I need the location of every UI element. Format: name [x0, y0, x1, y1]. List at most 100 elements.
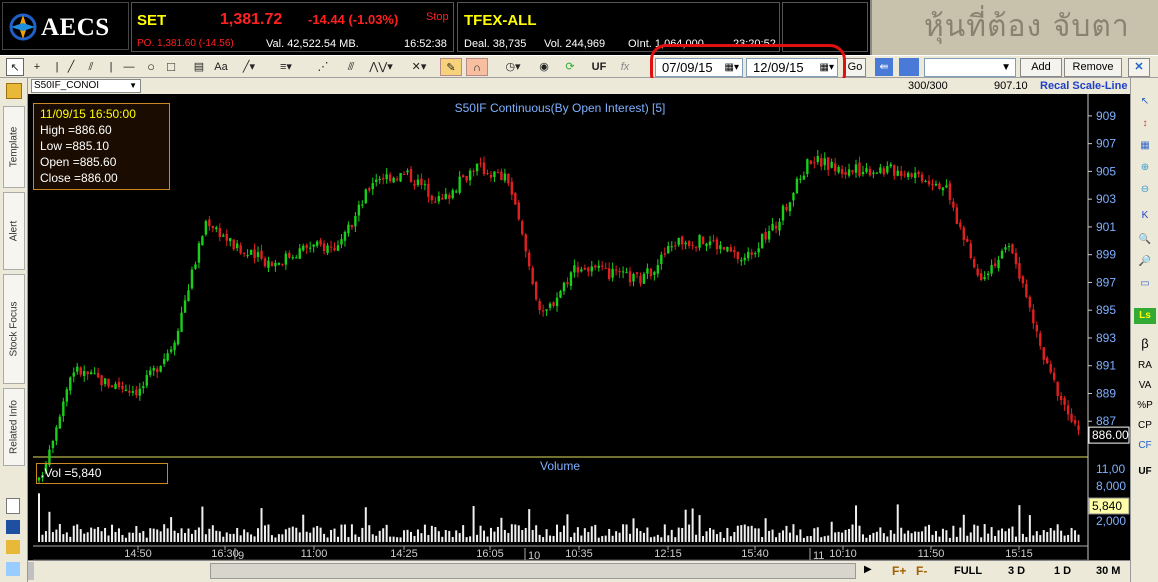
pattern-dropdown-icon[interactable]: ⋀⋁▾ — [366, 58, 396, 76]
window-icon[interactable] — [899, 58, 919, 76]
zoom-minus-icon[interactable]: ⊖ — [1134, 182, 1156, 198]
save-icon[interactable] — [6, 520, 20, 534]
close-icon[interactable]: ✕ — [1128, 58, 1150, 77]
uf-side-button[interactable]: UF — [1134, 464, 1156, 480]
candle-body — [117, 381, 121, 388]
note-tool-icon[interactable]: ▤ — [190, 58, 208, 76]
back-icon[interactable]: ⇚ — [875, 58, 893, 76]
candle-body — [767, 231, 771, 240]
symbol-select[interactable]: S50IF_CONOI ▼ — [31, 79, 141, 93]
zoom-plus-icon[interactable]: ⊕ — [1134, 160, 1156, 176]
x-tick-label: 15:40 — [741, 548, 769, 560]
tab-alert[interactable]: Alert — [3, 192, 25, 270]
timer-dropdown-icon[interactable]: ◷▾ — [500, 58, 526, 76]
candle-body — [823, 158, 826, 166]
tab-stock-focus[interactable]: Stock Focus — [3, 274, 25, 384]
candle-body — [82, 370, 86, 376]
volume-bar — [472, 506, 475, 542]
scale-icon[interactable]: ↕ — [1134, 116, 1156, 132]
set-index-panel[interactable]: SET 1,381.72 -14.44 (-1.03%) Stop PO. 1,… — [131, 2, 454, 52]
volume-bar — [535, 525, 538, 542]
settings-icon[interactable] — [6, 540, 20, 554]
chart-area[interactable]: 909 907 905 903 901 899 897 895 893 891 889 887 886.… — [28, 94, 1130, 560]
delete-dropdown-icon[interactable]: ✕▾ — [406, 58, 432, 76]
candle-body — [267, 260, 270, 268]
magnify-plus-icon[interactable]: 🔍 — [1134, 232, 1156, 248]
volume-bar — [239, 535, 242, 542]
range-3d-button[interactable]: 3 D — [1008, 565, 1025, 577]
ls-icon[interactable]: Ls — [1134, 308, 1156, 324]
horizontal-line-tool-icon[interactable]: — — [118, 58, 140, 76]
folder-icon[interactable] — [6, 83, 22, 99]
volume-bar — [232, 533, 235, 542]
tab-template[interactable]: Template — [3, 106, 25, 188]
recal-scale-line-button[interactable]: Recal Scale-Line — [1040, 80, 1127, 92]
remove-button[interactable]: Remove — [1064, 58, 1122, 77]
volume-bar — [135, 526, 138, 542]
price-chart-svg[interactable]: 909 907 905 903 901 899 897 895 893 891 889 887886.… — [28, 94, 1130, 560]
line-style-dropdown-icon[interactable]: ╱▾ — [236, 58, 262, 76]
candle-body — [1066, 405, 1070, 415]
palette-icon[interactable]: ◉ — [534, 58, 554, 76]
refresh-icon[interactable]: ⟳ — [560, 58, 580, 76]
percent-p-button[interactable]: %P — [1134, 398, 1156, 414]
range-1d-button[interactable]: 1 D — [1054, 565, 1071, 577]
volume-bar — [194, 529, 197, 542]
channel-tool-icon[interactable]: ⫻ — [340, 58, 362, 76]
key-icon[interactable]: K — [1134, 208, 1156, 224]
export-icon[interactable] — [6, 562, 20, 576]
candle-body — [162, 359, 166, 365]
cursor-icon[interactable]: ↖ — [1134, 94, 1156, 110]
tab-related-info[interactable]: Related Info — [3, 388, 25, 466]
candle-body — [347, 224, 350, 234]
scroll-right-icon[interactable]: ▶ — [864, 564, 872, 575]
grid-icon[interactable]: ▦ — [1134, 138, 1156, 154]
parallel-line-tool-icon[interactable]: ⫽ — [82, 58, 100, 76]
volume-bar — [263, 525, 266, 542]
scroll-left-icon[interactable] — [28, 562, 34, 580]
magnify-minus-icon[interactable]: 🔎 — [1134, 254, 1156, 270]
go-button[interactable]: Go — [844, 58, 866, 77]
magnet-tool-icon[interactable]: ∩ — [466, 58, 488, 76]
candle-body — [242, 253, 246, 255]
candle-body — [747, 252, 750, 259]
range-30m-button[interactable]: 30 M — [1096, 565, 1120, 577]
uf-button[interactable]: UF — [588, 58, 610, 76]
candle-body — [733, 250, 736, 253]
volume-bar — [309, 532, 312, 542]
candle-body — [753, 253, 757, 255]
new-document-icon[interactable] — [6, 498, 20, 514]
trendline-tool-icon[interactable]: ╱ — [62, 58, 80, 76]
cf-button[interactable]: CF — [1134, 438, 1156, 454]
candle-body — [89, 372, 93, 375]
line-weight-dropdown-icon[interactable]: ≡▾ — [272, 58, 300, 76]
formula-button[interactable]: fx — [614, 58, 636, 76]
fibonacci-tool-icon[interactable]: ⋰ — [312, 58, 334, 76]
candle-body — [833, 163, 837, 172]
ra-button[interactable]: RA — [1134, 358, 1156, 374]
full-range-button[interactable]: FULL — [954, 565, 982, 577]
rectangle-tool-icon[interactable]: □ — [162, 58, 180, 76]
cp-button[interactable]: CP — [1134, 418, 1156, 434]
beta-button[interactable]: β — [1134, 336, 1156, 352]
ellipse-tool-icon[interactable]: ○ — [142, 58, 160, 76]
volume-bar — [945, 530, 948, 542]
layout-icon[interactable]: ▭ — [1134, 276, 1156, 292]
volume-bar — [496, 526, 499, 542]
va-button[interactable]: VA — [1134, 378, 1156, 394]
pointer-tool-icon[interactable]: ↖ — [6, 58, 24, 76]
zoom-in-f-button[interactable]: F+ — [892, 564, 906, 578]
zoom-out-f-button[interactable]: F- — [916, 564, 927, 578]
volume-bar — [441, 536, 444, 542]
candle-body — [879, 167, 882, 173]
candle-body — [583, 267, 587, 270]
text-tool-button[interactable]: Aa — [212, 58, 230, 76]
scrollbar-thumb[interactable] — [210, 563, 856, 579]
add-button[interactable]: Add — [1020, 58, 1062, 77]
template-select[interactable]: ▼ — [924, 58, 1016, 77]
volume-bar — [403, 530, 406, 542]
pencil-tool-icon[interactable]: ✎ — [440, 58, 462, 76]
crosshair-tool-icon[interactable]: + — [28, 58, 46, 76]
candle-body — [277, 262, 281, 265]
banner-ad[interactable]: หุ้นที่ต้อง จับตา — [870, 0, 1158, 55]
